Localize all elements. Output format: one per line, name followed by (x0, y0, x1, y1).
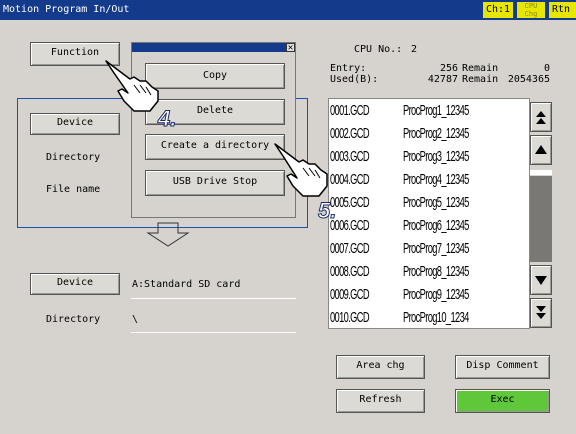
program-name: ProcProg3_12345 (403, 148, 469, 165)
program-name: ProcProg6_12345 (403, 217, 469, 234)
scroll-up-button[interactable] (530, 135, 552, 165)
used-value: 42787 (427, 74, 458, 85)
exec-button[interactable]: Exec (455, 389, 550, 413)
source-filename-label: File name (46, 184, 101, 195)
used-remain-value: 2054365 (507, 74, 550, 85)
window-title: Motion Program In/Out (3, 4, 130, 15)
cpu-no-value: 2 (411, 44, 418, 55)
list-item[interactable]: 0009.GCD ProcProg9_12345 (329, 285, 529, 304)
list-item[interactable]: 0006.GCD ProcProg6_12345 (329, 216, 529, 235)
create-directory-button[interactable]: Create a directory (145, 134, 285, 160)
program-name: ProcProg5_12345 (403, 194, 469, 211)
destination-device-button[interactable]: Device (30, 273, 120, 295)
list-item[interactable]: 0003.GCD ProcProg3_12345 (329, 147, 529, 166)
popup-title-bar (132, 43, 287, 52)
entry-remain-label: Remain (462, 63, 499, 74)
program-name: ProcProg8_12345 (403, 263, 469, 280)
directory-underline (131, 332, 296, 333)
title-bar: Motion Program In/Out Ch:1 CPU Chg Rtn (0, 0, 576, 20)
file-list: 0001.GCD ProcProg1_12345 0002.GCD ProcProg… (328, 98, 530, 329)
list-item[interactable]: 0002.GCD ProcProg2_12345 (329, 124, 529, 143)
scroll-top-button[interactable] (530, 102, 552, 132)
motion-program-screen: Motion Program In/Out Ch:1 CPU Chg Rtn F… (0, 0, 576, 434)
scroll-down-button[interactable] (530, 265, 552, 295)
entry-label: Entry: (330, 63, 367, 74)
entry-remain-value: 0 (543, 63, 550, 74)
double-down-arrow-icon (536, 306, 546, 319)
pointing-hand-icon (274, 143, 328, 197)
down-arrow-icon (535, 276, 547, 285)
return-button[interactable]: Rtn (549, 2, 576, 18)
list-item[interactable]: 0008.GCD ProcProg8_12345 (329, 262, 529, 281)
step-5-marker: 5. (317, 198, 337, 224)
program-name: ProcProg1_12345 (403, 102, 469, 119)
file-name: 0007.GCD (330, 240, 370, 257)
scroll-bottom-button[interactable] (530, 298, 552, 328)
area-change-button[interactable]: Area chg (336, 355, 425, 379)
refresh-button[interactable]: Refresh (336, 389, 425, 413)
program-name: ProcProg10_1234 (403, 309, 469, 326)
program-name: ProcProg2_12345 (403, 125, 469, 142)
cpu-change-button[interactable]: CPU Chg (517, 2, 545, 18)
list-item[interactable]: 0010.GCD ProcProg10_1234 (329, 308, 529, 327)
scroll-thumb[interactable] (530, 170, 552, 175)
popup-close-button[interactable]: ✕ (286, 43, 295, 53)
file-name: 0009.GCD (330, 286, 370, 303)
usb-drive-stop-button[interactable]: USB Drive Stop (145, 170, 285, 196)
destination-device-value: A:Standard SD card (132, 279, 241, 290)
double-up-arrow-icon (536, 111, 546, 124)
program-name: ProcProg7_12345 (403, 240, 469, 257)
file-name: 0008.GCD (330, 263, 370, 280)
program-name: ProcProg4_12345 (403, 171, 469, 188)
source-device-button[interactable]: Device (30, 113, 120, 135)
list-item[interactable]: 0007.GCD ProcProg7_12345 (329, 239, 529, 258)
program-name: ProcProg9_12345 (403, 286, 469, 303)
transfer-arrow-icon (146, 222, 190, 247)
used-label: Used(B): (330, 74, 379, 85)
scroll-track[interactable] (530, 176, 552, 262)
destination-directory-value: \ (132, 314, 139, 325)
cpu-no-label: CPU No.: (354, 44, 403, 55)
file-name: 0010.GCD (330, 309, 370, 326)
used-remain-label: Remain (462, 74, 499, 85)
list-item[interactable]: 0001.GCD ProcProg1_12345 (329, 101, 529, 120)
step-4-marker: 4. (157, 106, 177, 132)
entry-value: 256 (439, 63, 458, 74)
display-comment-button[interactable]: Disp Comment (455, 355, 550, 379)
list-item[interactable]: 0005.GCD ProcProg5_12345 (329, 193, 529, 212)
list-item[interactable]: 0004.GCD ProcProg4_12345 (329, 170, 529, 189)
destination-directory-label: Directory (46, 314, 101, 325)
source-directory-label: Directory (46, 152, 101, 163)
up-arrow-icon (535, 145, 547, 154)
device-underline (131, 298, 296, 299)
channel-button[interactable]: Ch:1 (483, 2, 513, 18)
file-name: 0001.GCD (330, 102, 370, 119)
